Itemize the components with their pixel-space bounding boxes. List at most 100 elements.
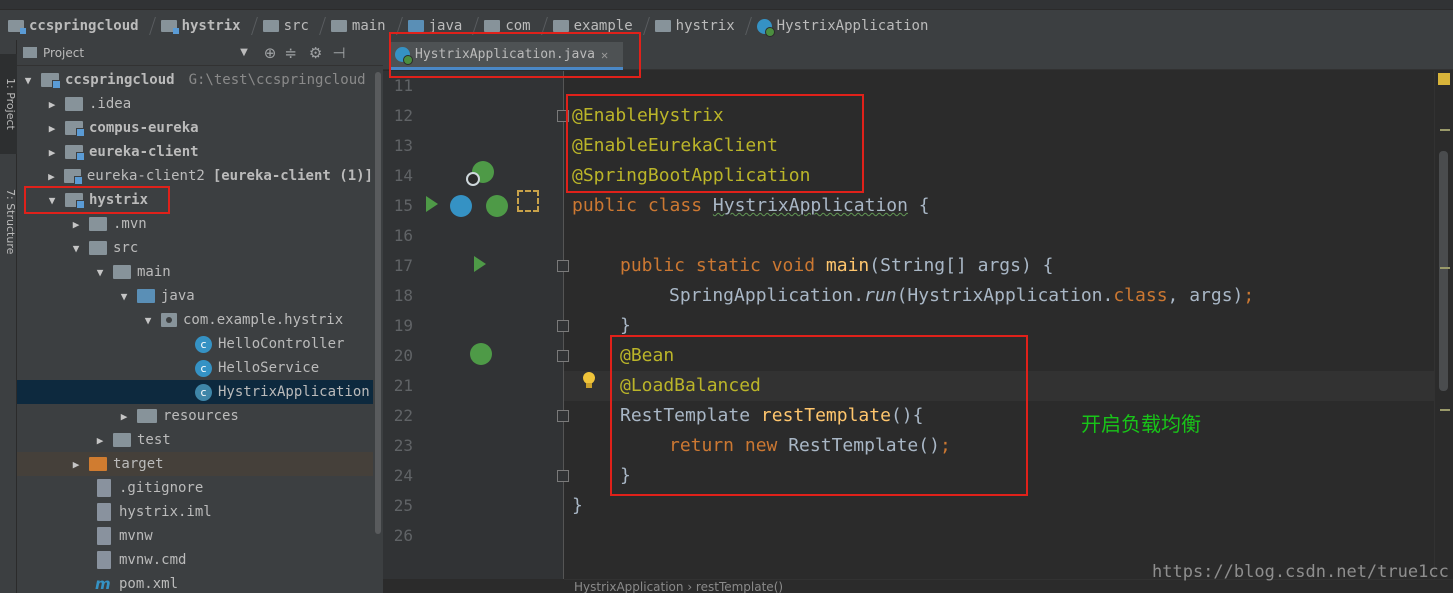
inspection-status-icon[interactable] <box>1438 73 1450 85</box>
collapse-arrow-icon[interactable]: ▶ <box>115 410 133 423</box>
gear-icon[interactable]: ⚙ <box>309 44 322 62</box>
folder-icon <box>65 97 83 111</box>
tree-item-package[interactable]: ▼ com.example.hystrix <box>17 308 373 332</box>
tree-item-pom-xml[interactable]: m pom.xml <box>17 572 373 593</box>
chevron-down-icon[interactable]: ▼ <box>240 47 248 58</box>
collapse-arrow-icon[interactable]: ▶ <box>67 218 85 231</box>
error-stripe-mark[interactable] <box>1440 129 1450 131</box>
project-panel-header: Project ▼ ⊕ ≑ ⚙ ⊣ <box>17 40 383 66</box>
module-folder-icon <box>65 121 85 137</box>
hide-panel-icon[interactable]: ⊣ <box>332 44 345 62</box>
run-icon[interactable] <box>426 196 438 212</box>
breadcrumb-item-hystrix-package[interactable]: hystrix <box>651 14 753 38</box>
code-line-23: return new RestTemplate(); <box>669 435 951 456</box>
fold-marker-icon[interactable] <box>557 320 569 332</box>
expand-arrow-icon[interactable]: ▼ <box>19 74 37 87</box>
collapse-arrow-icon[interactable]: ▶ <box>43 98 61 111</box>
collapse-all-icon[interactable]: ≑ <box>284 44 297 62</box>
lightbulb-icon[interactable] <box>582 372 596 390</box>
tree-item-eureka-client[interactable]: ▶ eureka-client <box>17 140 373 164</box>
search-icon[interactable] <box>466 172 480 186</box>
module-folder-icon <box>41 73 61 89</box>
expand-arrow-icon[interactable]: ▼ <box>67 242 85 255</box>
collapse-arrow-icon[interactable]: ▶ <box>43 170 60 183</box>
menu-strip <box>0 0 1453 10</box>
package-icon <box>484 20 501 32</box>
tree-item-mvn[interactable]: ▶ .mvn <box>17 212 373 236</box>
module-folder-icon <box>63 169 83 185</box>
tree-item-java[interactable]: ▼ java <box>17 284 373 308</box>
breadcrumb-item-example[interactable]: example <box>549 14 651 38</box>
tree-item-hystrix-iml[interactable]: hystrix.iml <box>17 500 373 524</box>
folder-icon <box>330 20 347 32</box>
collapse-arrow-icon[interactable]: ▶ <box>67 458 85 471</box>
breadcrumb-item-hystrix-module[interactable]: hystrix <box>157 14 259 38</box>
close-icon[interactable]: ✕ <box>601 48 608 62</box>
spring-boot-icon[interactable] <box>486 195 508 217</box>
line-number: 21 <box>393 376 413 395</box>
expand-arrow-icon[interactable]: ▼ <box>91 266 109 279</box>
code-line-24: } <box>620 465 631 486</box>
fold-marker-icon[interactable] <box>557 110 569 122</box>
tree-item-resources[interactable]: ▶ resources <box>17 404 373 428</box>
scrollbar-thumb[interactable] <box>375 72 381 534</box>
breadcrumb-item-java[interactable]: java <box>404 14 481 38</box>
fold-marker-icon[interactable] <box>557 350 569 362</box>
tool-window-strip: 1: Project 7: Structure <box>0 40 17 593</box>
package-icon <box>552 20 569 32</box>
scrollbar-thumb[interactable] <box>1439 151 1448 391</box>
module-folder-icon <box>8 20 26 34</box>
tree-item-hellocontroller[interactable]: c HelloController <box>17 332 373 356</box>
expand-arrow-icon[interactable]: ▼ <box>115 290 133 303</box>
tree-item-gitignore[interactable]: .gitignore <box>17 476 373 500</box>
collapse-arrow-icon[interactable]: ▶ <box>43 146 61 159</box>
bean-navigate-icon[interactable] <box>470 343 492 365</box>
project-tool-tab[interactable]: 1: Project <box>0 54 17 154</box>
tree-item-mvnw-cmd[interactable]: mvnw.cmd <box>17 548 373 572</box>
collapse-arrow-icon[interactable]: ▶ <box>43 122 61 135</box>
line-number: 23 <box>393 436 413 455</box>
tree-item-src[interactable]: ▼ src <box>17 236 373 260</box>
locate-icon[interactable]: ⊕ <box>264 44 277 62</box>
project-scrollbar[interactable] <box>373 68 383 593</box>
error-stripe-mark[interactable] <box>1440 267 1450 269</box>
breadcrumb-separator <box>243 17 258 35</box>
line-number: 26 <box>393 526 413 545</box>
spring-boot-class-icon: c <box>195 383 212 401</box>
module-folder-icon <box>65 193 85 209</box>
folder-icon <box>113 433 131 447</box>
tree-item-mvnw[interactable]: mvnw <box>17 524 373 548</box>
tree-item-hystrix[interactable]: ▼ hystrix <box>17 188 373 212</box>
tree-item-test[interactable]: ▶ test <box>17 428 373 452</box>
breadcrumb-separator <box>635 17 650 35</box>
class-icon[interactable] <box>450 195 472 217</box>
editor-scrollbar[interactable] <box>1434 71 1453 579</box>
fold-marker-icon[interactable] <box>557 470 569 482</box>
breadcrumb-item-main[interactable]: main <box>327 14 404 38</box>
fold-marker-icon[interactable] <box>557 260 569 272</box>
tree-item-main[interactable]: ▼ main <box>17 260 373 284</box>
collapse-arrow-icon[interactable]: ▶ <box>91 434 109 447</box>
breadcrumb-item-com[interactable]: com <box>480 14 548 38</box>
expand-arrow-icon[interactable]: ▼ <box>43 194 61 207</box>
project-panel: Project ▼ ⊕ ≑ ⚙ ⊣ ▼ ccspringcloud G:\tes… <box>17 40 383 593</box>
tree-item-target[interactable]: ▶ target <box>17 452 373 476</box>
breadcrumb-item-hystrixapplication[interactable]: HystrixApplication <box>753 14 933 38</box>
tree-item-compus-eureka[interactable]: ▶ compus-eureka <box>17 116 373 140</box>
expand-arrow-icon[interactable]: ▼ <box>139 314 157 327</box>
spring-boot-class-icon <box>756 18 775 37</box>
error-stripe-mark[interactable] <box>1440 409 1450 411</box>
tree-item-helloservice[interactable]: c HelloService <box>17 356 373 380</box>
breadcrumb-item-src[interactable]: src <box>259 14 327 38</box>
fold-marker-icon[interactable] <box>557 410 569 422</box>
tree-item-hystrixapplication[interactable]: c HystrixApplication <box>17 380 373 404</box>
structure-tool-tab[interactable]: 7: Structure <box>0 172 17 272</box>
tree-item-eureka-client2[interactable]: ▶ eureka-client2 [eureka-client (1)] <box>17 164 373 188</box>
project-view-selector[interactable]: Project <box>43 46 84 60</box>
tab-hystrixapplication-java[interactable]: HystrixApplication.java ✕ <box>389 42 623 70</box>
configuration-icon[interactable] <box>517 190 539 212</box>
tree-item-ccspringcloud[interactable]: ▼ ccspringcloud G:\test\ccspringcloud <box>17 68 373 92</box>
breadcrumb-item-ccspringcloud[interactable]: ccspringcloud <box>4 14 157 38</box>
run-main-icon[interactable] <box>474 256 486 272</box>
tree-item-idea[interactable]: ▶ .idea <box>17 92 373 116</box>
